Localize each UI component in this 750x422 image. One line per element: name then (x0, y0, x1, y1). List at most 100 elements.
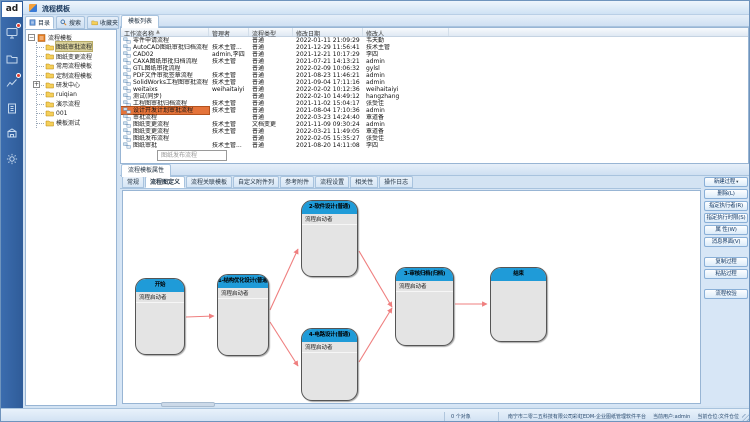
manager-value: 技术主管 (212, 79, 236, 86)
flowchart-canvas[interactable]: 开始流程启动者 1-结构优化设计(普通)流程启动者 2-软件设计(普通)流程启动者 4… (122, 190, 701, 404)
workflow-name: CAXA图纸审批归档流程 (133, 58, 198, 65)
column-header[interactable]: 修改日期 (293, 28, 363, 36)
collapse-icon[interactable]: − (28, 34, 35, 41)
expand-icon[interactable]: + (33, 81, 40, 88)
type-value: 普通 (252, 135, 264, 142)
assign-executor-button[interactable]: 指定执行者(R) (704, 201, 748, 211)
assign-time-limit-button[interactable]: 指定执行时限(S) (704, 213, 748, 223)
tree-item[interactable]: 图纸变更流程 (37, 52, 116, 62)
table-row[interactable]: PDF文件审批签章流程技术主管普通2021-08-23 11:46:21admi… (121, 72, 748, 79)
workspace-monitor-icon[interactable] (5, 25, 19, 39)
properties-tab[interactable]: 操作日志 (379, 176, 413, 188)
manager-cell: 技术主管 (209, 58, 249, 65)
properties-tab[interactable]: 相关性 (350, 176, 378, 188)
table-row[interactable]: 设计开发计划审批流程技术主管普通2021-08-04 17:10:36admin (121, 107, 748, 114)
tree-item[interactable]: +研发中心 (37, 80, 116, 90)
type-cell: 普通 (249, 93, 293, 100)
type-cell: 文档变更 (249, 121, 293, 128)
column-header[interactable]: 管理者 (209, 28, 249, 36)
modifier-cell: hangzhang (363, 93, 449, 100)
table-row[interactable]: weitaixsweihaitaiyi普通2022-02-02 10:12:36… (121, 86, 748, 93)
copy-process-button[interactable]: 复制过程 (704, 257, 748, 267)
properties-tab[interactable]: 参考附件 (280, 176, 314, 188)
properties-button[interactable]: 属 性(W) (704, 225, 748, 235)
flow-node-end[interactable]: 结束 (490, 267, 547, 342)
tree-item[interactable]: 图纸审批流程 (37, 42, 116, 52)
table-row[interactable]: 图纸变更流程技术主管文档变更2021-11-09 09:30:24admin (121, 121, 748, 128)
folder-rail-icon[interactable] (5, 51, 19, 65)
table-row[interactable]: AutoCAD图纸审批归档流程技术主管...普通2021-12-29 11:56… (121, 44, 748, 51)
validate-process-button[interactable]: 流程校验 (704, 289, 748, 299)
folder-icon (45, 100, 54, 108)
table-row[interactable]: 图纸发布流程普通2022-02-05 15:35:27张受佳 (121, 135, 748, 142)
tree-item[interactable]: 001 (37, 109, 116, 119)
app-logo[interactable]: ad (2, 2, 22, 17)
tree-root[interactable]: − 流程模板 (28, 33, 116, 42)
column-header[interactable]: 工作流名称▲ (121, 28, 209, 36)
modifier-cell: weihaitaiyi (363, 86, 449, 93)
new-process-button[interactable]: 新建过程▾ (704, 177, 748, 187)
type-cell: 普通 (249, 72, 293, 79)
statusbar: 0 个对象 南宁市二零二五科技有限公司彩虹EDM-企业图纸管理软件平台 当前用户… (1, 408, 750, 422)
template-table: 工作流名称▲管理者流程类型修改日期修改人 零件申请流程普通2022-01-11 … (120, 27, 749, 164)
tab-search[interactable]: 搜索 (56, 16, 85, 29)
table-row[interactable]: 零件申请流程普通2022-01-11 21:09:29韦天勤 (121, 37, 748, 44)
tree-item-label: 定制流程模板 (56, 71, 92, 80)
date-value: 2021-08-23 11:46:21 (296, 72, 360, 79)
tree-item[interactable]: 常用流程模板 (37, 61, 116, 71)
table-row[interactable]: 图纸审批技术主管...普通2021-08-20 14:11:08李四 (121, 142, 748, 149)
properties-tab-label: 参考附件 (285, 179, 309, 186)
message-ui-button[interactable]: 消息界面(V) (704, 237, 748, 247)
settings-gear-icon[interactable] (5, 151, 19, 165)
activity-chart-icon[interactable] (5, 75, 19, 89)
type-value: 普通 (252, 72, 264, 79)
organization-icon[interactable] (5, 125, 19, 139)
properties-tab[interactable]: 流程设置 (315, 176, 349, 188)
canvas-scrollbar-thumb[interactable] (161, 402, 215, 407)
tab-template-properties[interactable]: 流程模板属性 (121, 164, 171, 177)
tree-item[interactable]: 定制流程模板 (37, 71, 116, 81)
table-row[interactable]: CAXA图纸审批归档流程技术主管普通2021-07-21 14:13:21adm… (121, 58, 748, 65)
flow-node-step4[interactable]: 4-电路设计(普通)流程启动者 (301, 328, 358, 401)
table-row[interactable]: SolidWorks工程图审批流程技术主管普通2021-09-04 17:11:… (121, 79, 748, 86)
flow-node-step1[interactable]: 1-结构优化设计(普通)流程启动者 (217, 274, 269, 356)
properties-tab[interactable]: 自定义附件列 (233, 176, 279, 188)
type-cell: 普通 (249, 79, 293, 86)
flow-node-step2[interactable]: 2-软件设计(普通)流程启动者 (301, 200, 358, 277)
manager-value: 技术主管 (212, 72, 236, 79)
properties-tabstrip: 常规流程图定义流程关联模板自定义附件列参考附件流程设置相关性操作日志 (120, 176, 701, 189)
flow-node-step3[interactable]: 3-审核归档(归档)流程启动者 (395, 267, 454, 346)
tree-item-label: ruiqian (56, 91, 77, 98)
table-row[interactable]: 测试(同步)普通2022-02-10 14:49:12hangzhang (121, 93, 748, 100)
manager-value: 技术主管... (212, 44, 242, 51)
properties-tab[interactable]: 流程图定义 (145, 176, 185, 188)
flow-node-start[interactable]: 开始流程启动者 (135, 278, 185, 355)
tree-item[interactable]: 模板测试 (37, 118, 116, 128)
table-row[interactable]: 审批流程普通2022-03-23 14:24:40覃道备 (121, 114, 748, 121)
tab-catalog[interactable]: 目录 (25, 16, 54, 29)
documents-icon[interactable] (5, 101, 19, 115)
table-row[interactable]: 工程图审批归档流程技术主管普通2021-11-02 15:04:17张受佳 (121, 100, 748, 107)
table-row[interactable]: GTL图纸审批流程普通2022-02-09 10:06:32gylsl (121, 65, 748, 72)
folder-icon (45, 119, 54, 127)
type-cell: 普通 (249, 100, 293, 107)
tree-item[interactable]: 演示流程 (37, 99, 116, 109)
date-cell: 2022-03-23 14:24:40 (293, 114, 363, 121)
process-template-root-icon (37, 34, 46, 42)
paste-process-button[interactable]: 粘贴过程 (704, 269, 748, 279)
manager-cell: 技术主管 (209, 121, 249, 128)
date-cell: 2021-12-21 10:17:29 (293, 51, 363, 58)
delete-button[interactable]: 删除(L) (704, 189, 748, 199)
resize-grip[interactable] (742, 414, 750, 422)
tab-favorites[interactable]: 收藏夹 (87, 16, 119, 29)
properties-tab[interactable]: 流程关联模板 (186, 176, 232, 188)
table-row[interactable]: CAD02admin,李四普通2021-12-21 10:17:29李四 (121, 51, 748, 58)
tree-item[interactable]: ruiqian (37, 90, 116, 100)
column-header[interactable]: 修改人 (363, 28, 449, 36)
column-header[interactable]: 流程类型 (249, 28, 293, 36)
app-icon (29, 4, 37, 12)
workflow-icon (123, 51, 131, 58)
properties-tab[interactable]: 常规 (122, 176, 144, 188)
tab-template-list[interactable]: 模板列表 (121, 15, 159, 28)
table-row[interactable]: 图纸变更流程技术主管普通2022-03-21 11:49:05覃道备 (121, 128, 748, 135)
